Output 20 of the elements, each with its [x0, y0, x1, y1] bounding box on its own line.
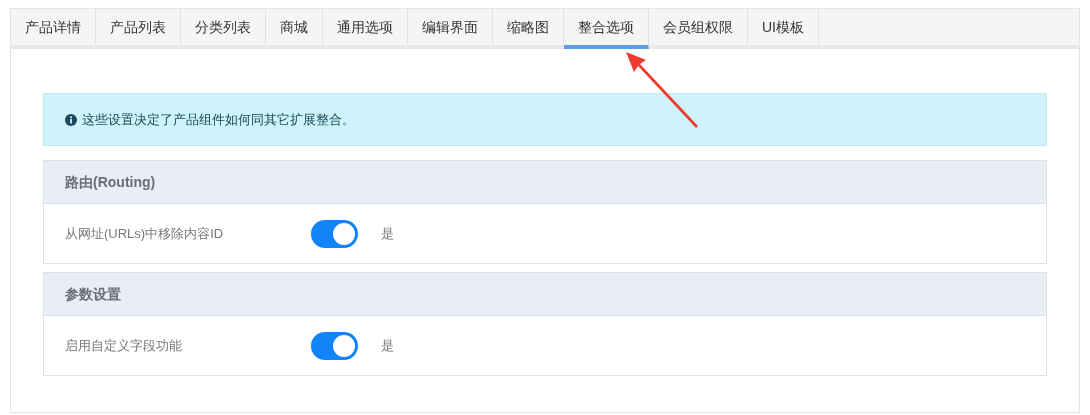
toggle-switch[interactable]	[311, 331, 358, 360]
tab[interactable]: 分类列表	[181, 9, 266, 49]
tab[interactable]: 产品列表	[96, 9, 181, 49]
toggle-switch[interactable]	[311, 219, 358, 248]
panel-title: 路由(Routing)	[65, 172, 156, 192]
tab[interactable]: 整合选项	[564, 9, 649, 49]
tab[interactable]: 会员组权限	[649, 9, 748, 49]
field-label: 启用自定义字段功能	[65, 336, 183, 355]
tab[interactable]: 通用选项	[323, 9, 408, 49]
tab[interactable]: 产品详情	[11, 9, 96, 49]
tab[interactable]: 缩略图	[493, 9, 564, 49]
tab[interactable]: 编辑界面	[408, 9, 493, 49]
toggle-value: 是	[381, 336, 394, 355]
toggle-value: 是	[381, 224, 394, 243]
tab[interactable]: 商城	[266, 9, 323, 49]
tab[interactable]: UI模板	[748, 9, 819, 49]
info-icon	[65, 113, 77, 126]
field-label: 从网址(URLs)中移除内容ID	[65, 224, 225, 243]
panel-title: 参数设置	[65, 284, 121, 304]
info-text: 这些设置决定了产品组件如何同其它扩展整合。	[82, 110, 355, 129]
